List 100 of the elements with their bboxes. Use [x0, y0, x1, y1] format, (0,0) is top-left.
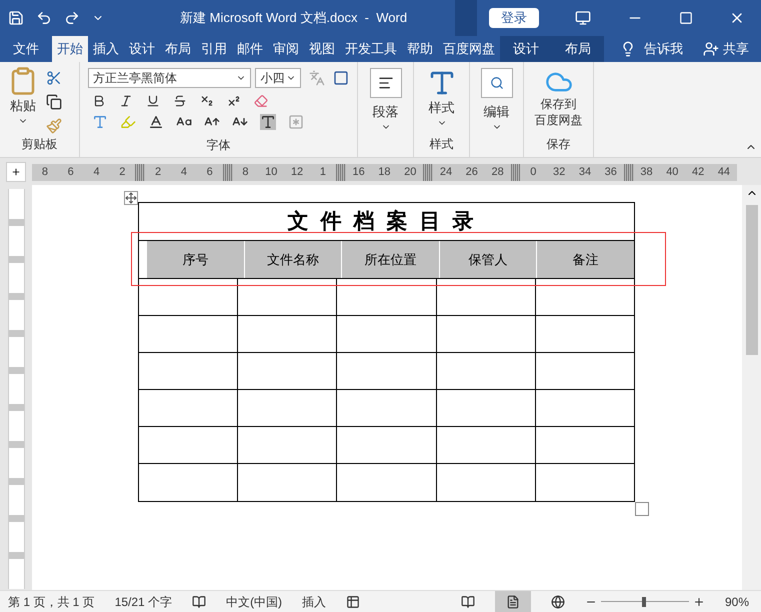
- ribbon-tab[interactable]: 开始: [52, 36, 88, 62]
- save-to-cloud-button[interactable]: 保存到 百度网盘: [534, 96, 582, 128]
- margin-marker[interactable]: [624, 164, 634, 180]
- ruler-number: 26: [464, 164, 479, 180]
- maximize-icon[interactable]: [679, 11, 693, 25]
- language-indicator[interactable]: 中文(中国): [226, 592, 282, 610]
- editing-button[interactable]: [480, 68, 512, 98]
- window-title: 新建 Microsoft Word 文档.docx - Word: [180, 9, 408, 28]
- share-user-icon[interactable]: [703, 41, 719, 57]
- margin-marker[interactable]: [135, 164, 146, 180]
- column-header: 序号: [147, 241, 244, 278]
- ruler-number: 42: [691, 164, 706, 180]
- ribbon-tab[interactable]: 百度网盘: [438, 36, 500, 62]
- ribbon-tab[interactable]: 邮件: [232, 36, 268, 62]
- column-header: 文件名称: [244, 241, 342, 278]
- ruler-number: 4: [92, 164, 101, 180]
- margin-marker[interactable]: [423, 164, 434, 180]
- ribbon-display-icon[interactable]: [575, 10, 591, 26]
- ruler-number: 38: [639, 164, 654, 180]
- zoom-slider[interactable]: [600, 596, 689, 606]
- ruler-number: 36: [604, 164, 618, 180]
- column-header: 备注: [536, 241, 634, 278]
- ribbon-tab[interactable]: 插入: [88, 36, 124, 62]
- ruler-number: 10: [264, 164, 278, 180]
- copy-icon[interactable]: [46, 94, 62, 110]
- ruler-number: 4: [180, 164, 188, 180]
- character-shading-icon[interactable]: [260, 114, 276, 130]
- ruler-number: 40: [665, 164, 680, 180]
- margin-marker[interactable]: [510, 164, 520, 180]
- character-border-icon[interactable]: [333, 70, 349, 86]
- text-effects-icon[interactable]: [92, 114, 108, 130]
- table-move-handle-icon[interactable]: [124, 191, 138, 205]
- tab-selector[interactable]: [6, 162, 26, 182]
- word-count[interactable]: 15/21 个字: [114, 592, 172, 610]
- zoom-in-icon[interactable]: [692, 596, 705, 608]
- print-layout-icon: [506, 594, 520, 608]
- column-header: 保管人: [438, 241, 536, 278]
- paste-button[interactable]: 粘贴: [10, 96, 36, 116]
- undo-icon[interactable]: [36, 10, 52, 26]
- paragraph-label[interactable]: 段落: [372, 102, 398, 122]
- vertical-scrollbar[interactable]: [742, 185, 761, 590]
- column-header: 所在位置: [341, 241, 439, 278]
- web-layout-icon[interactable]: [550, 594, 565, 608]
- ruler-number: 12: [290, 164, 304, 180]
- cut-icon[interactable]: [46, 70, 62, 86]
- italic-icon[interactable]: [119, 94, 133, 108]
- ruler-number: 44: [716, 164, 732, 180]
- ruler-number: 32: [552, 164, 566, 180]
- margin-marker[interactable]: [222, 164, 233, 180]
- ribbon-tab[interactable]: 设计: [124, 36, 160, 62]
- ruler-number: 2: [118, 164, 126, 180]
- ribbon-tab[interactable]: 开发工具: [340, 36, 402, 62]
- read-mode-icon[interactable]: [460, 594, 475, 608]
- print-layout-button[interactable]: [494, 590, 531, 612]
- ribbon-tab[interactable]: 设计: [500, 36, 552, 62]
- subscript-icon[interactable]: [200, 94, 214, 108]
- font-size-dropdown[interactable]: 小四: [255, 68, 302, 88]
- styles-button[interactable]: 样式: [428, 98, 454, 118]
- login-button[interactable]: 登录: [489, 8, 539, 28]
- ruler-number: 6: [66, 164, 75, 180]
- underline-icon[interactable]: [146, 94, 160, 108]
- search-icon: [490, 76, 504, 90]
- group-label: 字体: [206, 137, 232, 154]
- proofing-icon[interactable]: [192, 594, 206, 608]
- paragraph-button[interactable]: [370, 68, 402, 98]
- font-color-icon[interactable]: [148, 114, 164, 130]
- font-name-dropdown[interactable]: 方正兰亭黑简体: [88, 68, 252, 88]
- strikethrough-icon[interactable]: [173, 94, 187, 108]
- superscript-icon[interactable]: [227, 94, 241, 108]
- insert-mode[interactable]: 插入: [302, 592, 326, 610]
- ribbon-tab[interactable]: 视图: [304, 36, 340, 62]
- ruler-number: 24: [438, 164, 454, 180]
- group-label: 样式: [430, 136, 454, 153]
- macro-icon[interactable]: [346, 594, 360, 608]
- ribbon-tab[interactable]: 文件: [8, 36, 44, 62]
- tell-me-link[interactable]: 告诉我: [644, 39, 683, 59]
- ruler-number: 8: [241, 164, 250, 180]
- ruler-number: 34: [578, 164, 592, 180]
- margin-marker[interactable]: [336, 164, 346, 180]
- ruler-number: 2: [154, 164, 162, 180]
- zoom-level[interactable]: 90%: [724, 592, 749, 610]
- ruler-number: 6: [206, 164, 214, 180]
- table-resize-handle[interactable]: [635, 502, 649, 516]
- ribbon-tab[interactable]: 审阅: [268, 36, 304, 62]
- ruler-number: 18: [377, 164, 392, 180]
- ribbon-tab[interactable]: 布局: [552, 36, 604, 62]
- ribbon-tab[interactable]: 引用: [196, 36, 232, 62]
- scroll-thumb[interactable]: [746, 205, 758, 355]
- bold-icon[interactable]: [92, 94, 106, 108]
- eraser-icon[interactable]: [254, 94, 268, 108]
- share-button[interactable]: 共享: [723, 39, 749, 59]
- save-icon[interactable]: [8, 10, 24, 26]
- redo-icon[interactable]: [64, 10, 80, 26]
- page-count[interactable]: 第 1 页，共 1 页: [8, 592, 95, 610]
- context-tab-header: [455, 0, 477, 36]
- ribbon-tab[interactable]: 帮助: [402, 36, 438, 62]
- ruler-number: 8: [40, 164, 49, 180]
- ribbon-tab[interactable]: 布局: [160, 36, 196, 62]
- editing-label[interactable]: 编辑: [484, 102, 510, 122]
- paragraph-icon: [378, 75, 394, 91]
